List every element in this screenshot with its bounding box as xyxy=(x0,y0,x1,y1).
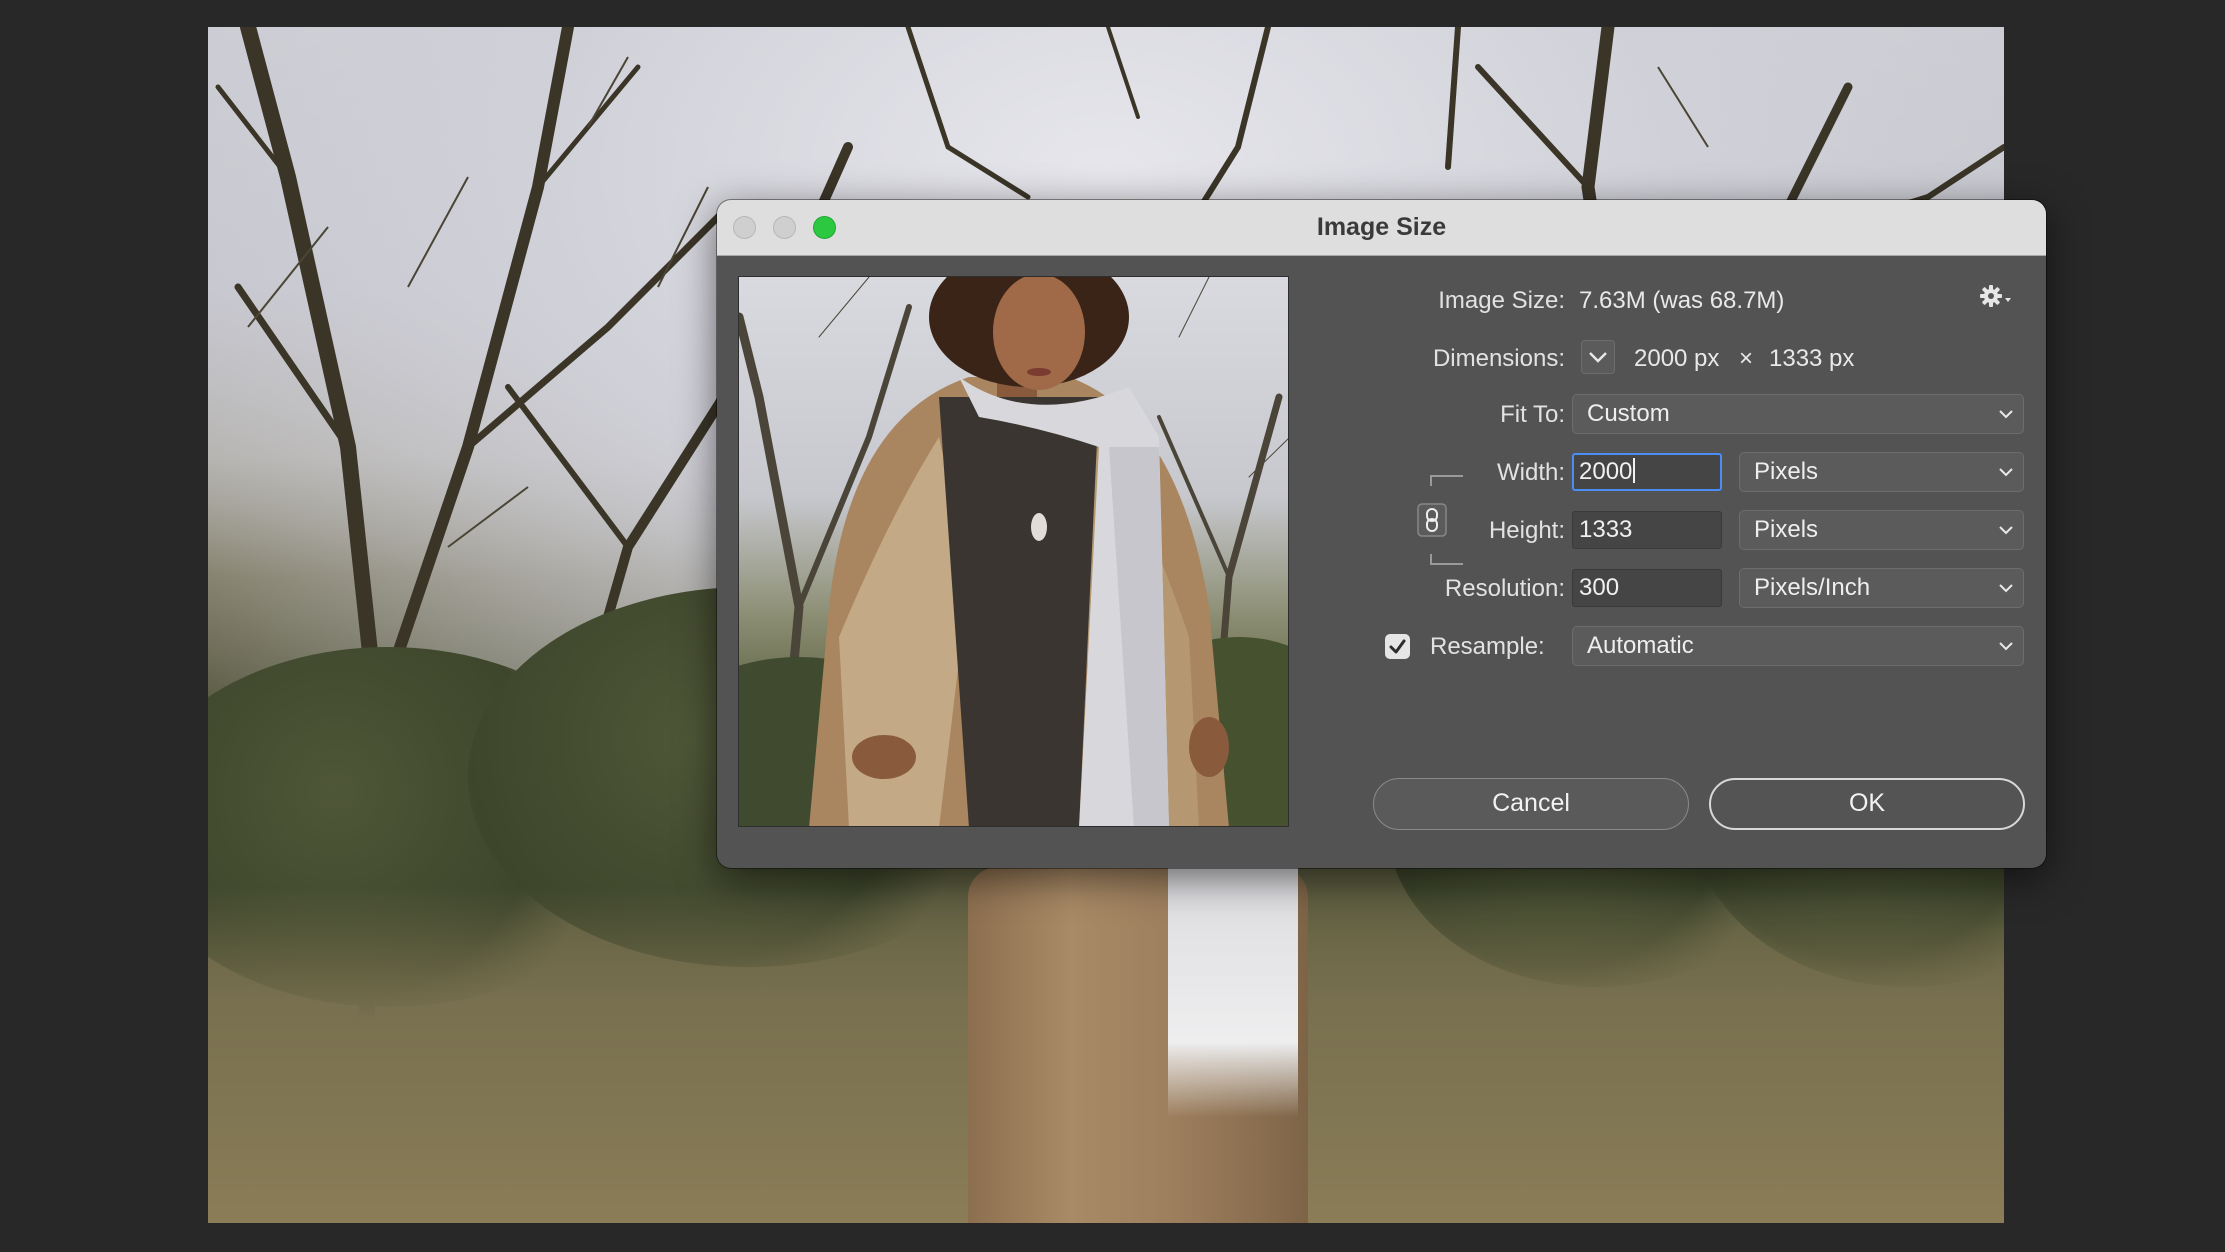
image-size-label: Image Size: xyxy=(1438,287,1565,314)
chevron-down-icon xyxy=(1999,410,2013,419)
fit-to-value: Custom xyxy=(1587,400,1670,427)
scarf-fringe xyxy=(1168,867,1298,1117)
height-value: 1333 xyxy=(1579,516,1633,543)
dimensions-height: 1333 px xyxy=(1769,345,1855,372)
ok-button[interactable]: OK xyxy=(1709,778,2025,830)
text-caret xyxy=(1633,458,1636,483)
checkmark-icon xyxy=(1389,639,1406,654)
height-unit-value: Pixels xyxy=(1754,516,1819,543)
chevron-down-icon xyxy=(1999,584,2013,593)
title-bar: Image Size xyxy=(717,200,2046,256)
image-size-dialog: Image Size Image Size: 7.63M (was 68.7M)… xyxy=(717,200,2046,868)
width-label: Width: xyxy=(1496,459,1565,486)
height-input[interactable]: 1333 xyxy=(1572,511,1722,549)
resolution-unit-select[interactable]: Pixels/Inch xyxy=(1739,568,2024,608)
resample-label: Resample: xyxy=(1430,633,1545,660)
dialog-title: Image Size xyxy=(1316,213,1447,241)
dimensions-label: Dimensions: xyxy=(1432,345,1565,372)
chevron-down-icon xyxy=(1999,526,2013,535)
image-size-value: 7.63M (was 68.7M) xyxy=(1579,287,1785,314)
fit-to-select[interactable]: Custom xyxy=(1572,394,2024,434)
height-label: Height: xyxy=(1488,517,1565,544)
resolution-input[interactable]: 300 xyxy=(1572,569,1722,607)
dimensions-separator: × xyxy=(1739,345,1754,372)
resolution-label: Resolution: xyxy=(1444,575,1565,602)
image-preview[interactable] xyxy=(738,276,1289,827)
dimensions-width: 2000 px xyxy=(1634,345,1720,372)
height-unit-select[interactable]: Pixels xyxy=(1739,510,2024,550)
fit-to-label: Fit To: xyxy=(1500,401,1565,428)
gear-icon[interactable] xyxy=(1979,284,2013,312)
width-value: 2000 xyxy=(1579,458,1633,485)
dimensions-units-toggle[interactable] xyxy=(1581,340,1615,374)
resolution-unit-value: Pixels/Inch xyxy=(1754,574,1871,601)
width-unit-value: Pixels xyxy=(1754,458,1819,485)
resample-value: Automatic xyxy=(1587,632,1694,659)
resolution-value: 300 xyxy=(1579,574,1620,601)
chevron-down-icon xyxy=(1589,352,1607,363)
chevron-down-icon xyxy=(1999,642,2013,651)
width-unit-select[interactable]: Pixels xyxy=(1739,452,2024,492)
width-input[interactable]: 2000 xyxy=(1572,453,1722,491)
chevron-down-icon xyxy=(1999,468,2013,477)
link-chain-icon[interactable] xyxy=(1417,470,1467,570)
cancel-button[interactable]: Cancel xyxy=(1373,778,1689,830)
resample-checkbox[interactable] xyxy=(1385,634,1410,659)
resample-select[interactable]: Automatic xyxy=(1572,626,2024,666)
